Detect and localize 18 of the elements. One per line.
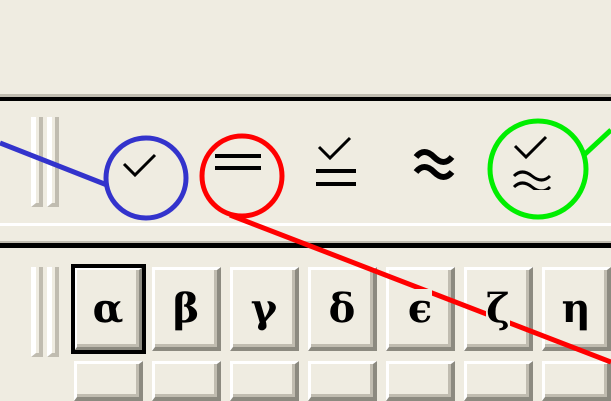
symbol-button[interactable]: γ — [230, 267, 299, 352]
symbol-button[interactable] — [386, 361, 455, 401]
symbol-button[interactable]: δ — [308, 267, 377, 352]
symbol-button[interactable]: α — [74, 267, 143, 352]
symbol-button[interactable] — [464, 361, 533, 401]
symbol-button[interactable] — [308, 361, 377, 401]
symbol-button[interactable] — [152, 361, 221, 401]
equals-icon[interactable] — [215, 152, 261, 172]
symbol-button[interactable]: β — [152, 267, 221, 352]
symbol-button[interactable] — [74, 361, 143, 401]
symbol-button[interactable]: η — [542, 267, 611, 352]
symbol-button[interactable] — [542, 361, 611, 401]
check-approx-icon[interactable] — [512, 134, 552, 190]
symbol-button[interactable] — [230, 361, 299, 401]
toolbar-grip[interactable] — [31, 267, 61, 358]
symbol-button[interactable]: ϵ — [386, 267, 455, 352]
symbol-button[interactable]: ζ — [464, 267, 533, 352]
toolbar-grip[interactable] — [31, 117, 61, 208]
